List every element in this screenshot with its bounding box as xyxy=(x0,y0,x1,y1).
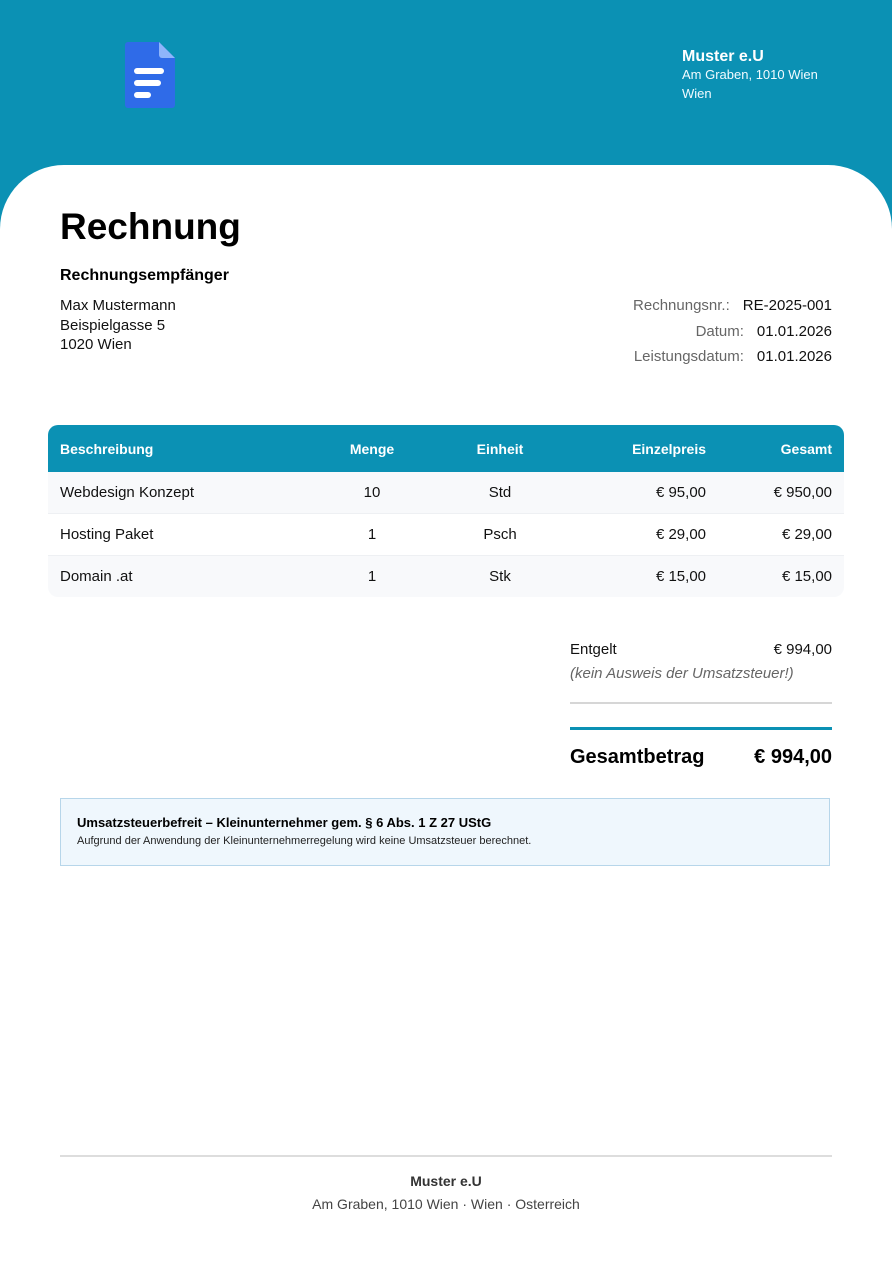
column-header-unit: Einheit xyxy=(436,425,564,472)
company-name: Muster e.U xyxy=(682,48,764,65)
net-amount-row: Entgelt € 994,00 xyxy=(570,640,832,660)
grand-total-label: Gesamtbetrag xyxy=(570,746,705,768)
meta-label: Datum: xyxy=(695,322,744,340)
cell-description: Domain .at xyxy=(48,556,308,597)
column-header-total: Gesamt xyxy=(718,425,844,472)
meta-value: 01.01.2026 xyxy=(756,348,832,365)
cell-total: € 29,00 xyxy=(718,514,844,556)
grand-total-value: € 994,00 xyxy=(754,746,832,768)
table-row: Webdesign Konzept 10 Std € 95,00 € 950,0… xyxy=(48,472,844,514)
recipient-address: Max Mustermann Beispielgasse 5 1020 Wien xyxy=(60,296,176,355)
footer-divider xyxy=(60,1155,832,1157)
recipient-city: 1020 Wien xyxy=(60,336,132,353)
table-header-row: Beschreibung Menge Einheit Einzelpreis G… xyxy=(48,425,844,472)
vat-note: (kein Ausweis der Umsatzsteuer!) xyxy=(570,665,794,682)
company-info: Muster e.U Am Graben, 1010 Wien Wien xyxy=(682,48,832,103)
totals-divider xyxy=(570,702,832,704)
cell-unit: Stk xyxy=(436,556,564,597)
column-header-unit-price: Einzelpreis xyxy=(564,425,718,472)
grand-total-accent-line xyxy=(570,727,832,730)
meta-row-service-date: Leistungsdatum: 01.01.2026 xyxy=(633,344,832,370)
meta-row-invoice-number: Rechnungsnr.: RE-2025-001 xyxy=(633,293,832,319)
cell-description: Hosting Paket xyxy=(48,514,308,556)
company-address-line1: Am Graben, 1010 Wien xyxy=(682,67,818,82)
cell-unit: Std xyxy=(436,472,564,514)
net-amount-value: € 994,00 xyxy=(773,641,832,658)
meta-label: Rechnungsnr.: xyxy=(633,297,730,314)
cell-description: Webdesign Konzept xyxy=(48,472,308,514)
footer-company-name: Muster e.U xyxy=(410,1173,482,1189)
line-items-table: Beschreibung Menge Einheit Einzelpreis G… xyxy=(48,425,844,597)
cell-unit-price: € 95,00 xyxy=(564,472,718,514)
invoice-meta: Rechnungsnr.: RE-2025-001 Datum: 01.01.2… xyxy=(633,293,832,370)
footer: Muster e.U Am Graben, 1010 Wien · Wien ·… xyxy=(60,1173,832,1212)
recipient-name: Max Mustermann xyxy=(60,297,176,314)
column-header-description: Beschreibung xyxy=(48,425,308,472)
invoice-title: Rechnung xyxy=(60,206,241,247)
company-address-line2: Wien xyxy=(682,86,712,101)
cell-quantity: 1 xyxy=(308,514,436,556)
grand-total-row: Gesamtbetrag € 994,00 xyxy=(570,746,832,769)
column-header-quantity: Menge xyxy=(308,425,436,472)
meta-value: 01.01.2026 xyxy=(756,322,832,340)
meta-value: RE-2025-001 xyxy=(742,297,832,314)
notice-title: Umsatzsteuerbefreit – Kleinunternehmer g… xyxy=(77,815,492,830)
cell-quantity: 10 xyxy=(308,472,436,514)
cell-unit-price: € 29,00 xyxy=(564,514,718,556)
notice-text: Aufgrund der Anwendung der Kleinunterneh… xyxy=(77,835,532,847)
cell-total: € 950,00 xyxy=(718,472,844,514)
tax-exemption-notice: Umsatzsteuerbefreit – Kleinunternehmer g… xyxy=(60,798,830,866)
totals-block: Entgelt € 994,00 (kein Ausweis der Umsat… xyxy=(570,640,832,769)
meta-label: Leistungsdatum: xyxy=(633,348,744,365)
cell-quantity: 1 xyxy=(308,556,436,597)
cell-unit-price: € 15,00 xyxy=(564,556,718,597)
table-row: Domain .at 1 Stk € 15,00 € 15,00 xyxy=(48,556,844,597)
meta-row-date: Datum: 01.01.2026 xyxy=(633,319,832,345)
recipient-label: Rechnungsempfänger xyxy=(60,267,229,284)
cell-unit: Psch xyxy=(436,514,564,556)
recipient-street: Beispielgasse 5 xyxy=(60,316,166,334)
cell-total: € 15,00 xyxy=(718,556,844,597)
footer-address: Am Graben, 1010 Wien · Wien · Osterreich xyxy=(312,1196,580,1212)
net-amount-label: Entgelt xyxy=(570,641,617,658)
document-icon xyxy=(125,42,175,108)
table-row: Hosting Paket 1 Psch € 29,00 € 29,00 xyxy=(48,514,844,556)
